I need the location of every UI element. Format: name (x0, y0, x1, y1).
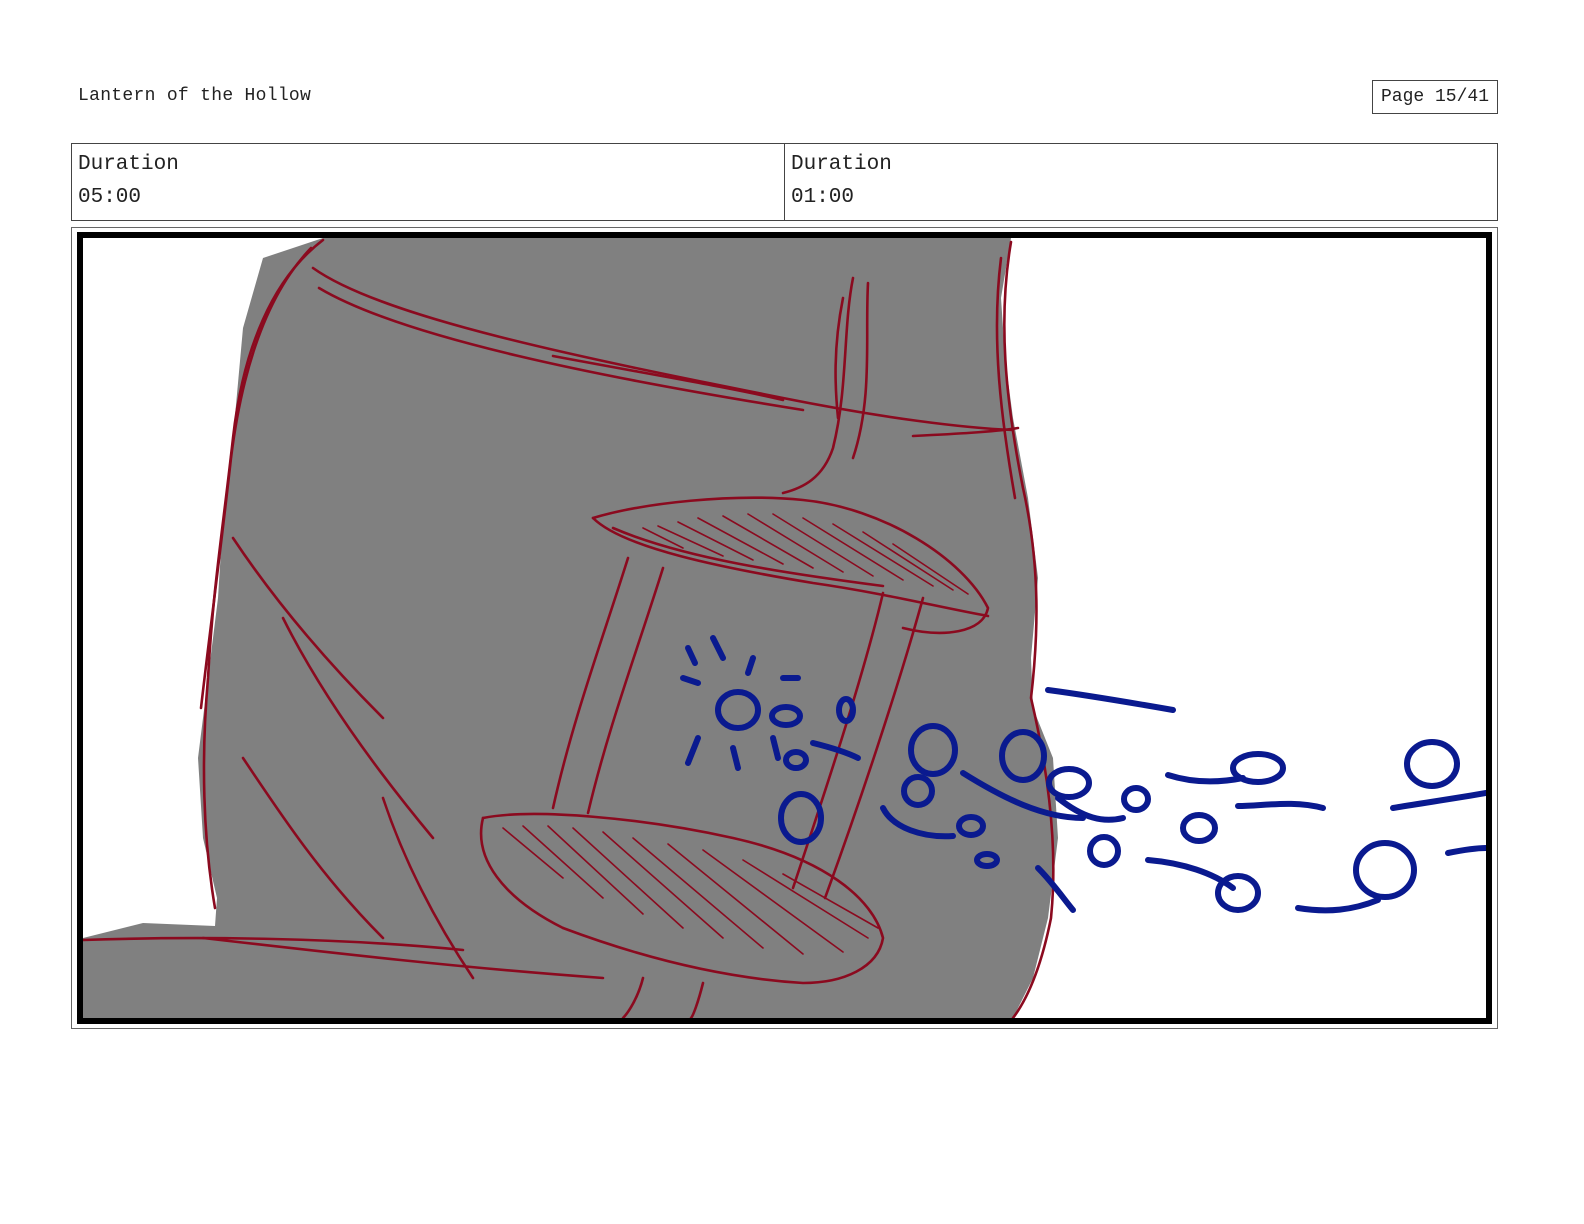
storyboard-panel (71, 227, 1498, 1029)
panel-sketch (83, 238, 1486, 1018)
shot-info-row: Duration 05:00 Duration 01:00 (71, 143, 1498, 221)
panel-frame (77, 232, 1492, 1024)
duration-value: 01:00 (791, 186, 855, 209)
page-number: Page 15/41 (1372, 80, 1498, 114)
project-title: Lantern of the Hollow (78, 86, 312, 106)
duration-cell-2: Duration 01:00 (784, 144, 1497, 220)
duration-cell-1: Duration 05:00 (72, 144, 784, 220)
duration-value: 05:00 (78, 186, 142, 209)
duration-label: Duration (78, 153, 179, 176)
duration-label: Duration (791, 153, 892, 176)
